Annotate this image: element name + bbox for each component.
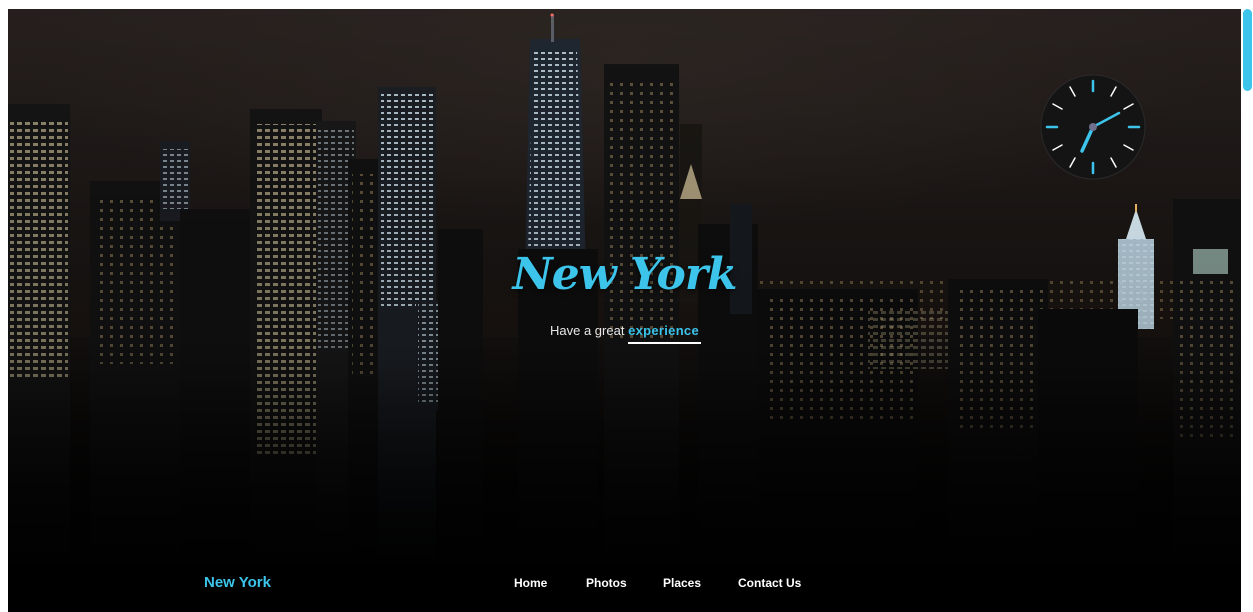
page-scrollbar-thumb[interactable] [1243,9,1252,91]
nav-link-contact-us[interactable]: Contact Us [738,576,801,590]
analog-clock-icon [1040,74,1146,180]
hero-title: New York [512,249,737,300]
hero-section: New York Have a great experience New Yor… [8,9,1241,612]
hero-subtitle-underline [628,342,701,344]
nav-link-home[interactable]: Home [514,576,547,590]
nav-link-photos[interactable]: Photos [586,576,627,590]
hero-subtitle-prefix: Have a great [550,323,625,338]
nav-link-places[interactable]: Places [663,576,701,590]
bottom-navbar: New York Home Photos Places Contact Us [8,567,1241,612]
hero-subtitle: Have a great experience [8,323,1241,338]
hero-subtitle-accent: experience [628,323,699,338]
page-scrollbar-track[interactable] [1241,0,1253,612]
brand-logo-link[interactable]: New York [204,574,271,591]
